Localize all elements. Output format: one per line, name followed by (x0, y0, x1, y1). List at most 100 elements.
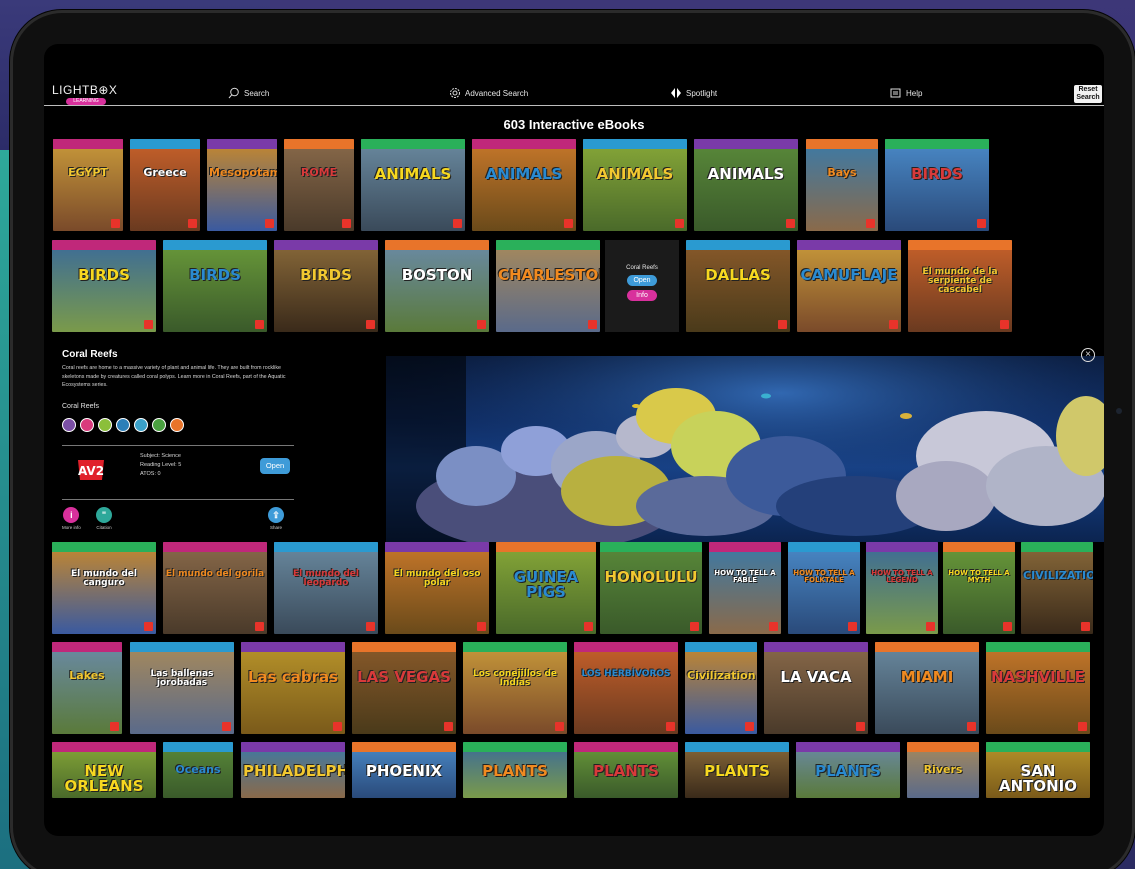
cover-band (797, 240, 901, 250)
book-cover[interactable]: Mesopotamia (207, 139, 277, 231)
book-cover[interactable]: Rivers (907, 742, 979, 798)
topic-icon[interactable] (80, 418, 94, 432)
cover-band (986, 742, 1090, 752)
book-cover[interactable]: Civilization (685, 642, 757, 734)
topic-icon[interactable] (62, 418, 76, 432)
topic-icon[interactable] (116, 418, 130, 432)
detail-open-button[interactable]: Open (260, 458, 290, 474)
citation-button[interactable]: " Citation (96, 507, 112, 530)
book-cover[interactable]: Lakes (52, 642, 122, 734)
advanced-search-button[interactable]: Advanced Search (449, 87, 528, 99)
publisher-badge-icon (477, 622, 486, 631)
book-cover[interactable]: BIRDS (885, 139, 989, 231)
cover-band (496, 240, 600, 250)
book-cover[interactable]: El mundo de la serpiente de cascabel (908, 240, 1012, 332)
cover-band (583, 139, 687, 149)
book-cover[interactable]: El mundo del leopardo (274, 542, 378, 634)
more-info-button[interactable]: i More info (62, 507, 81, 530)
spotlight-info-button[interactable]: Info (627, 290, 657, 301)
topic-icon[interactable] (134, 418, 148, 432)
cover-band (284, 139, 354, 149)
book-cover[interactable]: El mundo del gorila (163, 542, 267, 634)
publisher-badge-icon (555, 722, 564, 731)
book-cover[interactable]: PLANTS (796, 742, 900, 798)
topic-icon[interactable] (152, 418, 166, 432)
book-cover[interactable]: LAS VEGAS (352, 642, 456, 734)
help-label: Help (906, 88, 923, 98)
book-cover[interactable]: ANIMALS (694, 139, 798, 231)
share-button[interactable]: ⇪ Share (268, 507, 284, 530)
cover-band (52, 240, 156, 250)
publisher-badge-icon (110, 722, 119, 731)
book-cover[interactable]: El mundo del oso polar (385, 542, 489, 634)
spotlight-open-button[interactable]: Open (627, 275, 657, 286)
book-cover[interactable]: ANIMALS (361, 139, 465, 231)
book-cover[interactable]: PLANTS (574, 742, 678, 798)
book-cover[interactable]: Los conejillos de Indias (463, 642, 567, 734)
book-cover[interactable]: ROME (284, 139, 354, 231)
book-title: LAS VEGAS (357, 668, 451, 686)
cover-band (163, 240, 267, 250)
book-cover[interactable]: Oceans (163, 742, 233, 798)
cover-band (600, 542, 702, 552)
book-cover[interactable]: Bays (806, 139, 878, 231)
book-cover[interactable]: CHARLESTON (496, 240, 600, 332)
book-cover[interactable]: HOW TO TELL A LEGEND (866, 542, 938, 634)
detail-meta: Subject: Science Reading Level: 5 ATOS: … (140, 452, 181, 479)
book-title: PLANTS (593, 762, 659, 780)
close-detail-button[interactable]: × (1081, 348, 1095, 362)
book-cover[interactable]: LOS HERBÍVOROS (574, 642, 678, 734)
book-cover[interactable]: ANIMALS (583, 139, 687, 231)
book-cover[interactable]: DALLAS (686, 240, 790, 332)
book-cover[interactable]: EGYPT (53, 139, 123, 231)
book-cover[interactable]: PLANTS (463, 742, 567, 798)
lightbox-logo[interactable]: LIGHTB⊕X LEARNING (52, 83, 122, 105)
book-cover[interactable]: LA VACA (764, 642, 868, 734)
book-cover[interactable]: PLANTS (685, 742, 789, 798)
book-cover[interactable]: MIAMI (875, 642, 979, 734)
book-cover[interactable]: BIRDS (163, 240, 267, 332)
help-button[interactable]: Help (890, 87, 922, 99)
book-cover[interactable]: Las ballenas jorobadas (130, 642, 234, 734)
book-cover[interactable]: Las cabras (241, 642, 345, 734)
book-cover[interactable]: CIVILIZATION (1021, 542, 1093, 634)
book-title: CIVILIZATION (1023, 569, 1093, 582)
book-cover[interactable]: Greece (130, 139, 200, 231)
book-title: HOW TO TELL A LEGEND (871, 569, 933, 584)
book-cover[interactable]: HOW TO TELL A FOLKTALE (788, 542, 860, 634)
book-cover[interactable]: PHOENIX (352, 742, 456, 798)
book-cover[interactable]: BOSTON (385, 240, 489, 332)
book-title: El mundo del leopardo (293, 569, 359, 588)
logo-text: LIGHTB⊕X (52, 83, 118, 97)
help-icon (890, 88, 901, 98)
book-cover[interactable]: BIRDS (52, 240, 156, 332)
book-title: El mundo del oso polar (393, 569, 481, 588)
book-title: SAN ANTONIO (998, 762, 1078, 795)
book-cover[interactable]: GUINEA PIGS (496, 542, 596, 634)
book-cover[interactable]: BIRDS (274, 240, 378, 332)
detail-reading-level: Reading Level: 5 (140, 462, 182, 468)
publisher-badge-icon (1081, 622, 1090, 631)
book-cover[interactable]: HOW TO TELL A MYTH (943, 542, 1015, 634)
book-title: Greece (143, 166, 187, 179)
book-cover[interactable]: HONOLULU (600, 542, 702, 634)
search-button[interactable]: Search (228, 87, 269, 99)
topic-icon[interactable] (170, 418, 184, 432)
reset-search-button[interactable]: Reset Search (1074, 85, 1102, 103)
topic-icon[interactable] (98, 418, 112, 432)
spotlight-tile[interactable]: Coral Reefs Open Info (605, 240, 679, 332)
detail-title: Coral Reefs (62, 349, 118, 360)
book-cover[interactable]: El mundo del canguro (52, 542, 156, 634)
search-icon (228, 87, 239, 99)
book-cover[interactable]: NEW ORLEANS (52, 742, 156, 798)
book-cover[interactable]: PHILADELPHIA (241, 742, 345, 798)
cover-band (385, 240, 489, 250)
book-cover[interactable]: HOW TO TELL A FABLE (709, 542, 781, 634)
book-cover[interactable]: SAN ANTONIO (986, 742, 1090, 798)
book-title: ANIMALS (374, 165, 452, 183)
book-cover[interactable]: ANIMALS (472, 139, 576, 231)
book-cover[interactable]: NASHVILLE (986, 642, 1090, 734)
spotlight-button[interactable]: Spotlight (670, 87, 717, 99)
book-title: PLANTS (704, 762, 770, 780)
book-cover[interactable]: CAMUFLAJE (797, 240, 901, 332)
